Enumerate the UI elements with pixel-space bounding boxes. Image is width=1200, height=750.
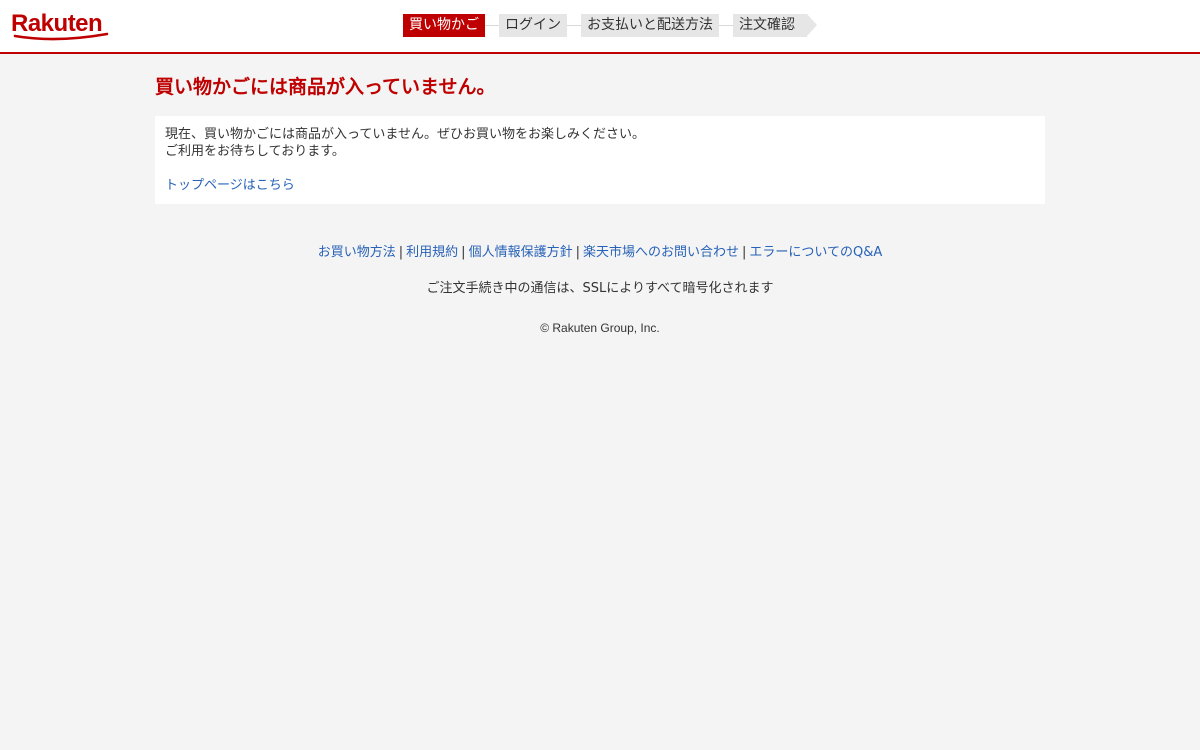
message-line-1: 現在、買い物かごには商品が入っていません。ぜひお買い物をお楽しみください。 — [165, 127, 645, 142]
footer-separator: | — [398, 245, 404, 260]
step-order-confirm: 注文確認 — [733, 14, 817, 37]
svg-text:Rakuten: Rakuten — [11, 10, 102, 37]
footer-separator: | — [741, 245, 747, 260]
step-connector — [485, 25, 499, 26]
footer-separator: | — [575, 245, 580, 260]
message-line-2: ご利用をお待ちしております。 — [165, 144, 345, 159]
header: Rakuten 買い物かご ログイン お支払いと配送方法 注文確認 — [0, 0, 1200, 54]
footer-links: お買い物方法 | 利用規約 | 個人情報保護方針 | 楽天市場へのお問い合わせ | エラーについ… — [0, 241, 1200, 260]
page-title: 買い物かごには商品が入っていません。 — [155, 76, 496, 98]
footer-link-privacy-policy[interactable]: 個人情報保護方針 — [469, 245, 573, 260]
checkout-steps: 買い物かご ログイン お支払いと配送方法 注文確認 — [403, 14, 817, 37]
step-connector — [567, 25, 581, 26]
ssl-note: ご注文手続き中の通信は、SSLによりすべて暗号化されます — [426, 281, 774, 296]
step-cart: 買い物かご — [403, 14, 485, 37]
footer-link-shopping-guide[interactable]: お買い物方法 — [318, 245, 396, 260]
footer-separator: | — [461, 245, 466, 260]
step-login: ログイン — [499, 14, 567, 37]
step-payment-delivery: お支払いと配送方法 — [581, 14, 719, 37]
copyright: © Rakuten Group, Inc. — [540, 321, 660, 335]
footer-link-error-faq[interactable]: エラーについてのQ&A — [749, 245, 882, 260]
rakuten-logo[interactable]: Rakuten — [11, 10, 111, 42]
footer-link-terms[interactable]: 利用規約 — [406, 245, 458, 260]
footer-link-contact[interactable]: 楽天市場へのお問い合わせ — [583, 245, 739, 260]
top-page-link[interactable]: トップページはこちら — [165, 177, 295, 194]
empty-cart-message-box: 現在、買い物かごには商品が入っていません。ぜひお買い物をお楽しみください。 ご利… — [155, 116, 1045, 204]
step-connector — [719, 25, 733, 26]
